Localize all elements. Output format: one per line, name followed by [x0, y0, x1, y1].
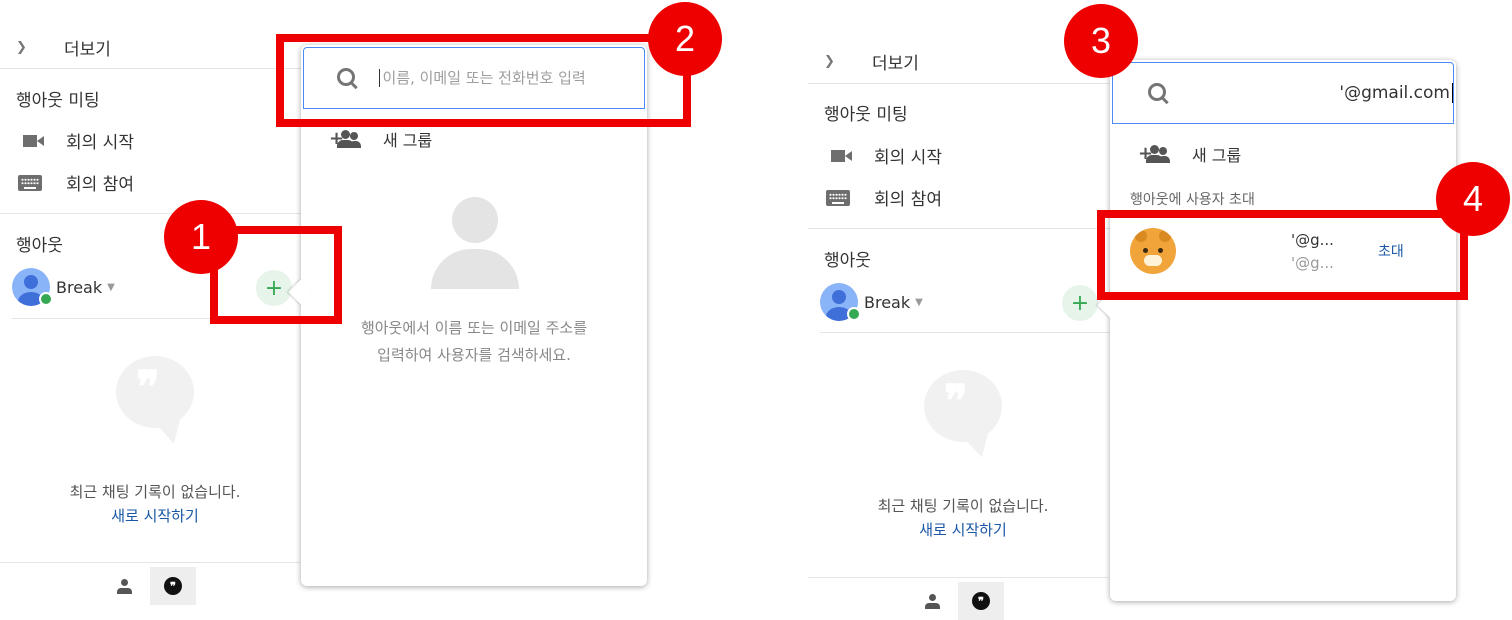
- start-meeting-label: 회의 시작: [874, 148, 942, 168]
- divider: [0, 68, 310, 69]
- person-placeholder-icon: [429, 197, 521, 289]
- step-badge: 1: [164, 200, 238, 274]
- divider: [820, 332, 1110, 333]
- step-badge: 3: [1064, 4, 1138, 78]
- more-toggle[interactable]: ❯ 더보기: [16, 32, 111, 62]
- empty-state-text: 최근 채팅 기록이 없습니다.: [877, 497, 1049, 515]
- empty-state-text: 최근 채팅 기록이 없습니다.: [69, 483, 241, 501]
- quote-icon: ❞: [136, 362, 160, 413]
- empty-chat-bubble-icon: ❞: [116, 356, 194, 428]
- divider: [0, 213, 310, 214]
- video-camera-icon: [18, 132, 44, 150]
- search-hint-line: 행아웃에서 이름 또는 이메일 주소를: [360, 319, 588, 337]
- search-input-value: '@gmail.com: [1339, 83, 1450, 103]
- join-meeting-item[interactable]: 회의 참여: [18, 170, 134, 195]
- start-meeting-item[interactable]: 회의 시작: [18, 128, 134, 153]
- new-group-button[interactable]: + 새 그룹: [329, 127, 432, 151]
- start-meeting-item[interactable]: 회의 시작: [826, 143, 942, 168]
- quote-icon: ❞: [944, 376, 968, 427]
- search-hint-line: 입력하여 사용자를 검색하세요.: [377, 346, 571, 364]
- hangouts-section-title: 행아웃: [824, 251, 871, 271]
- callout-highlight-box: [276, 34, 691, 127]
- video-camera-icon: [826, 147, 852, 165]
- text-cursor: [1452, 83, 1453, 103]
- bottom-tab-bar: ❞: [0, 562, 300, 606]
- invite-section-label: 행아웃에 사용자 초대: [1130, 192, 1255, 208]
- tab-chats[interactable]: ❞: [958, 582, 1004, 620]
- tab-contacts[interactable]: [918, 588, 946, 616]
- start-meeting-label: 회의 시작: [66, 133, 134, 153]
- tab-chats[interactable]: ❞: [150, 567, 196, 605]
- hangouts-chat-icon: ❞: [972, 592, 990, 610]
- person-icon: [116, 579, 132, 595]
- step-badge: 2: [648, 2, 722, 76]
- more-toggle[interactable]: ❯ 더보기: [824, 46, 919, 76]
- online-status-dot: [847, 307, 861, 321]
- divider: [808, 83, 1118, 84]
- start-new-link[interactable]: 새로 시작하기: [808, 519, 1118, 540]
- join-meeting-label: 회의 참여: [874, 190, 942, 210]
- search-hint: 행아웃에서 이름 또는 이메일 주소를 입력하여 사용자를 검색하세요.: [301, 315, 647, 369]
- user-name: Break: [56, 277, 103, 297]
- hangouts-section-title: 행아웃: [16, 236, 63, 256]
- user-name: Break: [864, 292, 911, 312]
- right-hangouts-panel: ❯ 더보기 행아웃 미팅 회의 시작 회의 참여 행아웃 Break ▼ + ❞…: [808, 0, 1128, 620]
- join-meeting-label: 회의 참여: [66, 175, 134, 195]
- meet-section-title: 행아웃 미팅: [16, 91, 100, 111]
- start-new-link[interactable]: 새로 시작하기: [0, 505, 310, 526]
- callout-highlight-box: [1097, 210, 1468, 300]
- caret-down-icon: ▼: [915, 296, 923, 308]
- bottom-tab-bar: ❞: [808, 577, 1108, 620]
- more-label: 더보기: [64, 39, 111, 60]
- user-status-menu[interactable]: Break ▼: [12, 268, 115, 306]
- join-meeting-item[interactable]: 회의 참여: [826, 185, 942, 210]
- step-badge: 4: [1436, 162, 1510, 236]
- meet-section-title: 행아웃 미팅: [824, 105, 908, 125]
- tab-contacts[interactable]: [110, 573, 138, 601]
- chevron-down-icon: ❯: [16, 39, 27, 55]
- online-status-dot: [39, 292, 53, 306]
- keyboard-icon: [18, 174, 42, 192]
- new-conversation-button[interactable]: +: [1062, 285, 1098, 321]
- person-icon: [924, 594, 940, 610]
- hangouts-chat-icon: ❞: [164, 577, 182, 595]
- caret-down-icon: ▼: [107, 281, 115, 293]
- search-box: '@gmail.com: [1112, 62, 1454, 124]
- divider: [808, 228, 1118, 229]
- new-group-label: 새 그룹: [1192, 146, 1242, 165]
- add-group-icon: +: [329, 128, 361, 150]
- chevron-down-icon: ❯: [824, 53, 835, 69]
- more-label: 더보기: [872, 53, 919, 74]
- search-icon: [1145, 80, 1170, 106]
- add-group-icon: +: [1138, 143, 1170, 165]
- new-group-label: 새 그룹: [383, 131, 433, 150]
- keyboard-icon: [826, 189, 850, 207]
- new-group-button[interactable]: + 새 그룹: [1138, 142, 1241, 166]
- search-input[interactable]: '@gmail.com: [1190, 83, 1453, 103]
- user-status-menu[interactable]: Break ▼: [820, 283, 923, 321]
- empty-chat-bubble-icon: ❞: [924, 370, 1002, 442]
- new-chat-popup: '@gmail.com + 새 그룹 행아웃에 사용자 초대 '@g... '@…: [1097, 60, 1456, 601]
